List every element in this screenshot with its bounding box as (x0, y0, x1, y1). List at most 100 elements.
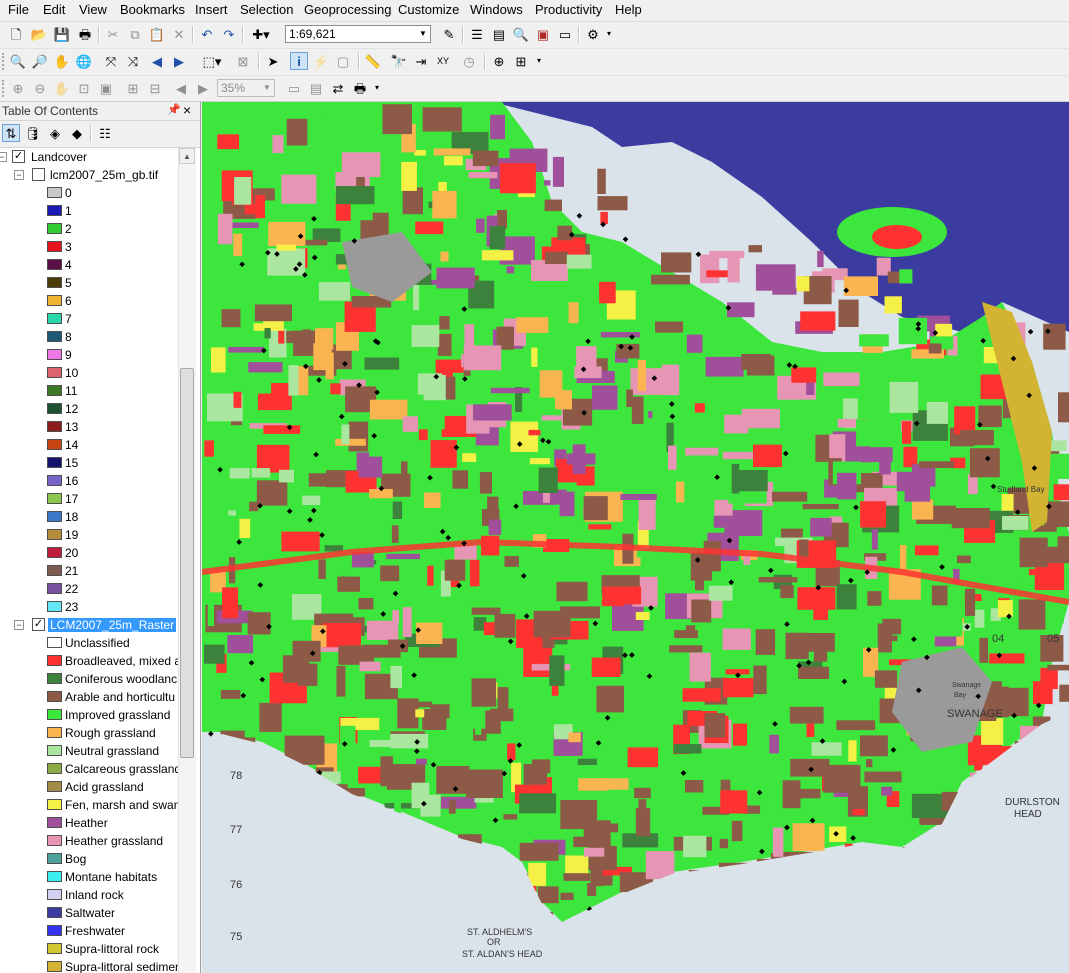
menu-windows[interactable]: Windows (470, 2, 523, 18)
list-by-source-icon[interactable]: 🛢 (24, 124, 42, 142)
toolbar-grip[interactable] (2, 53, 7, 70)
menu-file[interactable]: File (8, 2, 29, 18)
collapse-icon[interactable]: − (0, 152, 7, 162)
fixed-zoom-out-icon[interactable]: ⤨ (124, 52, 142, 70)
layout-pan-icon[interactable]: ✋ (53, 79, 71, 97)
layout-back-icon[interactable]: ◀ (172, 79, 190, 97)
landcover-patch (366, 620, 399, 640)
paste-icon[interactable]: 📋 (148, 25, 166, 43)
chevron-down-icon[interactable]: ▼ (260, 80, 274, 96)
layout-zoom-out-icon[interactable]: ⊖ (31, 79, 49, 97)
select-elements-icon[interactable]: ➤ (264, 52, 282, 70)
map-scale-combobox[interactable]: 1:69,621 ▼ (285, 25, 431, 43)
toolbar-options-icon[interactable]: ▾ (372, 79, 382, 97)
new-document-icon[interactable]: 🗋 (7, 25, 25, 43)
swipe-icon[interactable]: ⊞ (512, 52, 530, 70)
scrollbar-thumb[interactable] (180, 368, 194, 758)
save-icon[interactable]: 💾 (53, 25, 71, 43)
pan-icon[interactable]: ✋ (53, 52, 71, 70)
change-layout-icon[interactable]: ⇄ (329, 79, 347, 97)
redo-icon[interactable]: ↷ (220, 25, 238, 43)
layer-visibility-checkbox[interactable]: ✓ (32, 618, 45, 631)
catalog-window-icon[interactable]: ▤ (490, 25, 508, 43)
menu-customize[interactable]: Customize (398, 2, 459, 18)
menu-bookmarks[interactable]: Bookmarks (120, 2, 185, 18)
menu-productivity[interactable]: Productivity (535, 2, 602, 18)
layout-zoom-in-icon[interactable]: ⊕ (9, 79, 27, 97)
map-view[interactable]: SWANAGE DURLSTON HEAD ST. ALDHELM'S OR ST. AL… (202, 102, 1069, 973)
data-driven-pages-icon[interactable]: 🖶 (351, 79, 369, 97)
toolbar-options-icon[interactable]: ▾ (534, 52, 544, 70)
copy-icon[interactable]: ⧉ (126, 25, 144, 43)
menu-selection[interactable]: Selection (240, 2, 293, 18)
create-viewer-window-icon[interactable]: ⊕ (490, 52, 508, 70)
toc-layer-row[interactable]: − ✓ LCM2007_25m_Raster (0, 616, 178, 634)
pin-icon[interactable]: 📌 (167, 103, 181, 116)
forward-extent-icon[interactable]: ▶ (170, 52, 188, 70)
legend-class-label: 10 (65, 366, 79, 380)
toc-options-icon[interactable]: ☷ (96, 124, 114, 142)
back-extent-icon[interactable]: ◀ (148, 52, 166, 70)
identify-icon[interactable]: i (290, 52, 308, 70)
print-icon[interactable]: 🖶 (76, 25, 94, 43)
close-icon[interactable]: × (183, 102, 191, 118)
open-folder-icon[interactable]: 📂 (30, 25, 48, 43)
clear-selection-icon[interactable]: ⊠ (234, 52, 252, 70)
html-popup-icon[interactable]: ▢ (334, 52, 352, 70)
add-data-icon[interactable]: ✚▾ (248, 25, 274, 43)
hyperlink-icon[interactable]: ⚡ (312, 52, 330, 70)
zoom-100-icon[interactable]: ▣ (97, 79, 115, 97)
toggle-draft-mode-icon[interactable]: ▭ (285, 79, 303, 97)
list-by-drawing-order-icon[interactable]: ⇅ (2, 124, 20, 142)
fixed-zoom-in-icon[interactable]: ⤧ (102, 52, 120, 70)
toc-vertical-scrollbar[interactable]: ▲ (178, 148, 196, 973)
find-route-icon[interactable]: ⇥ (412, 52, 430, 70)
editor-toolbar-icon[interactable]: ✎ (440, 25, 458, 43)
layout-fixed-zoom-out-icon[interactable]: ⊟ (146, 79, 164, 97)
menu-view[interactable]: View (79, 2, 107, 18)
toolbar-grip[interactable] (2, 80, 7, 97)
go-to-xy-icon[interactable]: XY (434, 52, 452, 70)
select-features-icon[interactable]: ⬚▾ (198, 52, 226, 70)
menu-help[interactable]: Help (615, 2, 642, 18)
toolbar-options-icon[interactable]: ▾ (604, 25, 614, 43)
undo-icon[interactable]: ↶ (198, 25, 216, 43)
zoom-whole-page-icon[interactable]: ⊡ (75, 79, 93, 97)
modelbuilder-icon[interactable]: ⚙ (584, 25, 602, 43)
landcover-patch (899, 269, 913, 284)
focus-data-frame-icon[interactable]: ▤ (307, 79, 325, 97)
layer-visibility-checkbox[interactable] (32, 168, 45, 181)
zoom-out-icon[interactable]: 🔎 (31, 52, 49, 70)
list-by-selection-icon[interactable]: ◆ (68, 124, 86, 142)
menu-insert[interactable]: Insert (195, 2, 228, 18)
landcover-patch (583, 847, 605, 857)
collapse-icon[interactable]: − (14, 620, 24, 630)
landcover-map-canvas[interactable]: SWANAGE DURLSTONHEAD ST. ALDHELM'SOR ST. AL… (202, 102, 1069, 973)
list-by-visibility-icon[interactable]: ◈ (46, 124, 64, 142)
cut-icon[interactable]: ✂ (104, 25, 122, 43)
toc-group-row[interactable]: − ✓ Landcover (0, 148, 178, 166)
chevron-down-icon[interactable]: ▼ (416, 26, 430, 42)
layout-fixed-zoom-in-icon[interactable]: ⊞ (124, 79, 142, 97)
arctoolbox-icon[interactable]: ▣ (534, 25, 552, 43)
search-window-icon[interactable]: 🔍 (512, 25, 530, 43)
find-icon[interactable]: 🔭 (390, 52, 408, 70)
menu-edit[interactable]: Edit (43, 2, 65, 18)
collapse-icon[interactable]: − (14, 170, 24, 180)
toc-layer-row[interactable]: − lcm2007_25m_gb.tif (0, 166, 178, 184)
time-slider-icon[interactable]: ◷ (460, 52, 478, 70)
python-window-icon[interactable]: ▭ (556, 25, 574, 43)
delete-icon[interactable]: ✕ (170, 25, 188, 43)
scroll-up-icon[interactable]: ▲ (179, 148, 195, 164)
zoom-in-icon[interactable]: 🔍 (9, 52, 27, 70)
full-extent-icon[interactable]: 🌐 (75, 52, 93, 70)
menu-geoprocessing[interactable]: Geoprocessing (304, 2, 391, 18)
landcover-patch (413, 282, 420, 310)
landcover-patch (222, 587, 239, 619)
measure-icon[interactable]: 📏 (364, 52, 382, 70)
table-of-contents-icon[interactable]: ☰ (468, 25, 486, 43)
layout-forward-icon[interactable]: ▶ (194, 79, 212, 97)
layout-zoom-combobox[interactable]: 35% ▼ (217, 79, 275, 97)
landcover-patch (324, 545, 344, 552)
group-visibility-checkbox[interactable]: ✓ (12, 150, 25, 163)
